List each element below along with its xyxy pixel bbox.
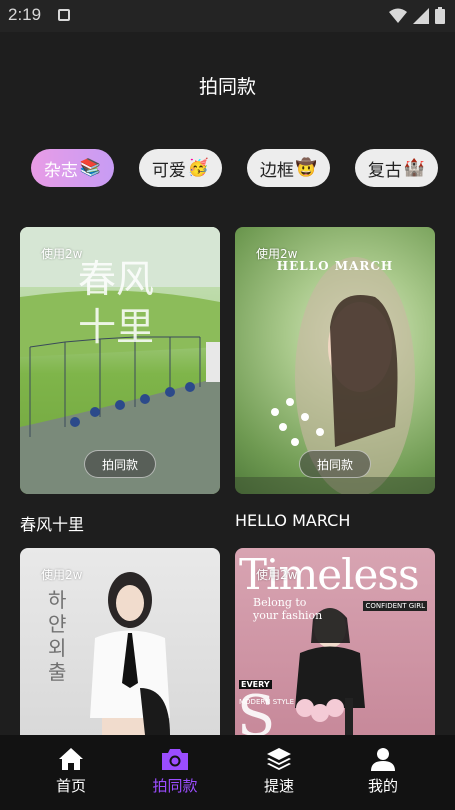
usage-count: 使用2w [256,568,298,582]
card-art-subtitle: Belong to your fashion [253,596,323,622]
template-card-timeless[interactable]: Timeless S Belong to your fashion CONFID… [235,548,435,735]
bottom-nav: 首页 拍同款 提速 我的 [0,735,455,810]
nav-label: 首页 [55,777,86,795]
shoot-same-button[interactable]: 拍同款 [299,450,371,478]
nav-item-home[interactable]: 首页 [19,735,123,810]
party-face-emoji-icon: 🥳 [187,158,210,178]
chip-cute[interactable]: 可爱 🥳 [139,149,222,187]
nav-label: 拍同款 [152,777,198,795]
card-art-tag: EVERY [239,680,272,689]
camera-icon [162,749,188,770]
shoot-same-button[interactable]: 拍同款 [84,450,156,478]
home-icon [59,748,83,770]
svg-text:S: S [237,684,275,735]
chip-retro[interactable]: 复古 🏰 [355,149,438,187]
nav-item-mine[interactable]: 我的 [331,735,435,810]
card-title: 春风十里 [20,515,85,534]
card-art-text: 하얀 외출 [48,588,67,684]
usage-count: 使用2w [41,568,83,582]
page-title: 拍同款 [198,76,256,98]
wifi-icon [389,8,407,23]
template-card-hello-march[interactable]: HELLO MARCH 使用2w 拍同款 [235,227,435,494]
castle-emoji-icon: 🏰 [403,158,426,178]
notification-app-icon [58,9,70,21]
card-art-tag-2: MODERN STYLE [239,698,295,706]
nav-item-shoot-same[interactable]: 拍同款 [123,735,227,810]
nav-label: 我的 [367,777,398,795]
user-icon [371,748,395,771]
status-icons [389,7,445,24]
chip-label: 可爱 [151,160,186,181]
card-art-brand: CONFIDENT GIRL [363,601,427,611]
usage-count: 使用2w [256,247,298,261]
status-time: 2:19 [8,5,42,24]
card-title: HELLO MARCH [235,511,351,530]
books-emoji-icon: 📚 [79,158,102,178]
template-card-white-outing[interactable]: 하얀 외출 使用2w [20,548,220,735]
template-card-spring-breeze[interactable]: 春风十里 使用2w 拍同款 [20,227,220,494]
chip-label: 复古 [367,160,402,181]
chip-border[interactable]: 边框 🤠 [247,149,330,187]
signal-icon [413,7,429,24]
cowboy-face-emoji-icon: 🤠 [295,158,318,178]
status-bar: 2:19 [0,0,455,32]
layers-icon [267,748,291,770]
chip-label: 杂志 [43,160,78,181]
category-chips: 杂志 📚 可爱 🥳 边框 🤠 复古 🏰 [31,149,438,187]
card-art-text: 春风十里 [78,257,155,349]
nav-label: 提速 [263,777,294,795]
usage-count: 使用2w [41,247,83,261]
nav-item-speed-up[interactable]: 提速 [227,735,331,810]
chip-label: 边框 [259,160,294,181]
battery-icon [435,7,445,24]
chip-magazine[interactable]: 杂志 📚 [31,149,114,187]
